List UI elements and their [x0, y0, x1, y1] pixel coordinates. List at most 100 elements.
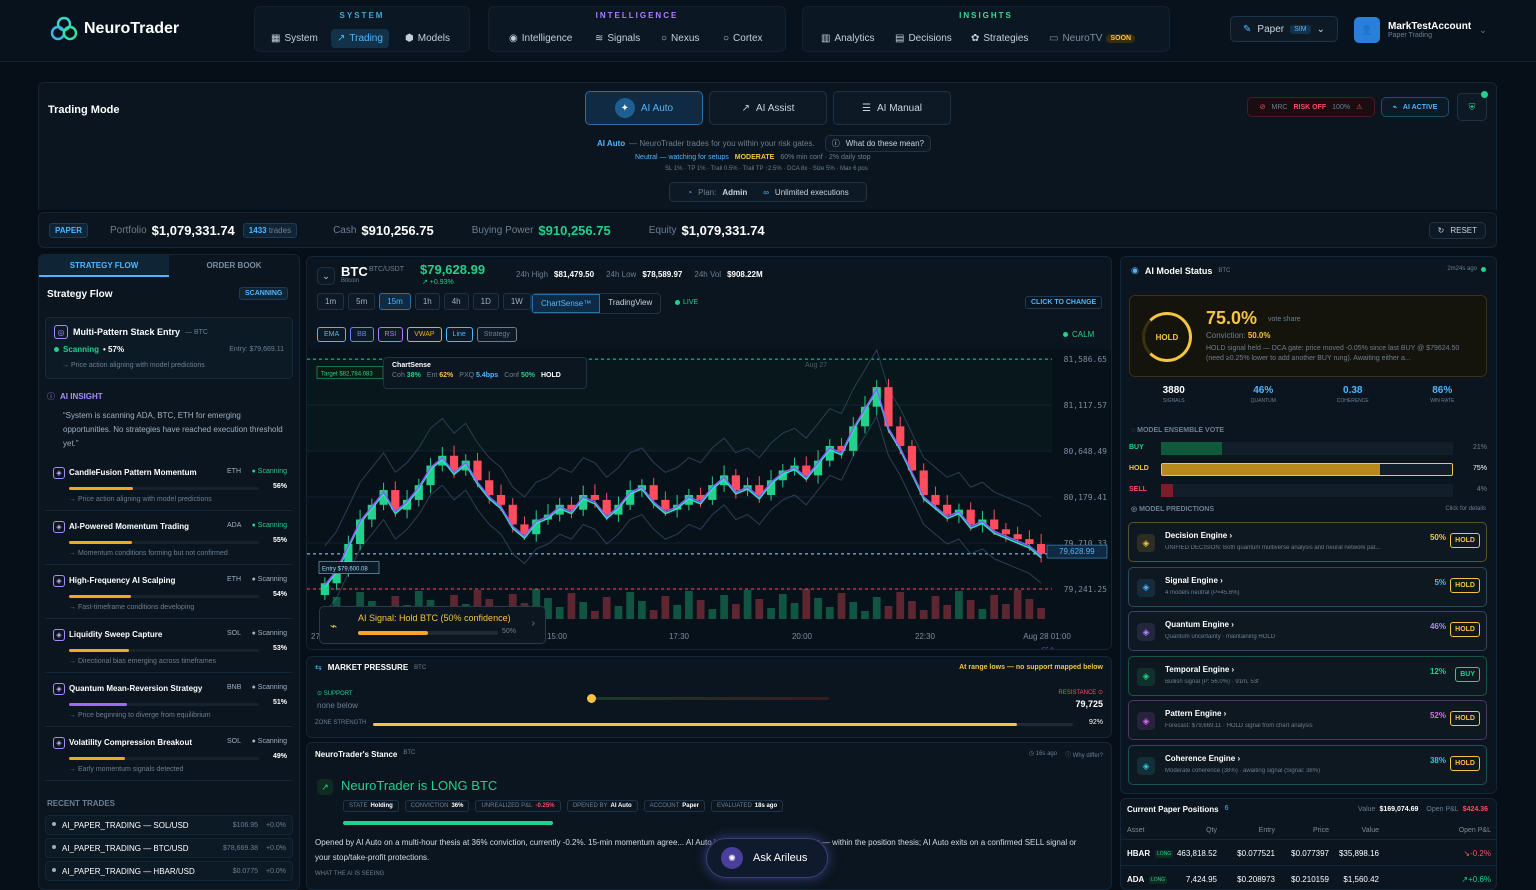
account-menu[interactable]: 👤 MarkTestAccount Paper Trading ⌄	[1354, 17, 1487, 43]
engine-card[interactable]: ◈ Coherence Engine › Moderate coherence (3…	[1128, 745, 1487, 785]
strategy-card[interactable]: ◈ High-Frequency AI Scalping ETH ● Scanning…	[45, 569, 293, 619]
engine-signal[interactable]: HOLD	[1450, 711, 1480, 727]
nav-neurotv[interactable]: ▭ NeuroTV SOON	[1049, 33, 1136, 44]
engine-signal[interactable]: HOLD	[1450, 756, 1480, 771]
chartsense-button[interactable]: ChartSense™	[532, 294, 601, 313]
strategy-card[interactable]: ◈ AI-Powered Momentum Trading ADA ● Scannin…	[45, 515, 293, 565]
strategy-card[interactable]: ◈ Volatility Compression Breakout SOL ● Sca…	[45, 731, 293, 781]
ai-auto-button[interactable]: ✦ AI Auto	[585, 91, 703, 125]
nav-cortex[interactable]: ○ Cortex	[723, 33, 763, 44]
timeframe-15m[interactable]: 15m	[379, 293, 411, 310]
timeframe-4h[interactable]: 4h	[443, 293, 469, 310]
engine-card[interactable]: ◈ Temporal Engine › Bullish signal (P: 56.…	[1128, 655, 1487, 696]
nav-models[interactable]: ⬢ Models	[405, 33, 450, 44]
strategy-card[interactable]: ◈ Quantum Mean-Reversion Strategy BNB ● Sca…	[45, 677, 293, 727]
risk-toggle[interactable]: ⊘ MRC RISK OFF 100% ⚠	[1247, 97, 1375, 117]
strategy-note: → Price beginning to diverge from equili…	[69, 712, 211, 719]
nav-nexus[interactable]: ○ Nexus	[661, 33, 699, 44]
reset-button[interactable]: ↻ RESET	[1428, 221, 1486, 239]
chip-value: -0.25%	[535, 803, 555, 809]
timeframe-1W[interactable]: 1W	[502, 293, 531, 310]
tv-icon: ▭	[1049, 33, 1059, 44]
ai-signal-card[interactable]: ⌁ AI Signal: Hold BTC (50% confidence) 5…	[319, 606, 546, 644]
candlestick-chart[interactable]: 81,586.6581,117.5780,648.4980,179.4179,7…	[307, 349, 1112, 650]
engine-pct: 5%	[1434, 577, 1446, 587]
collapse-button[interactable]: ⌄	[317, 267, 335, 285]
engine-card[interactable]: ◈ Pattern Engine › Forecast: $79,669.11 · …	[1128, 700, 1487, 741]
engine-signal[interactable]: HOLD	[1450, 533, 1480, 548]
nav-strategies[interactable]: ✿ Strategies	[971, 33, 1028, 44]
volume-bar	[767, 608, 775, 619]
infinity-icon: ∞	[763, 187, 769, 197]
vote-row: BUY 21%	[1129, 440, 1487, 456]
signal-icon: ≋	[595, 33, 604, 44]
position-row[interactable]: ADA LONG 7,424.95 $0.208973 $0.210159 $1,560.…	[1121, 865, 1496, 889]
what-do-these-mean-button[interactable]: ⓘ What do these mean?	[824, 135, 931, 152]
indicator-rsi[interactable]: RSI	[377, 327, 404, 342]
eye-icon: ◈	[1137, 712, 1155, 731]
indicator-line[interactable]: Line	[445, 327, 473, 342]
plan-info[interactable]: ◔ Plan: Admin ∞ Unlimited executions	[669, 182, 867, 202]
paper-mode-dropdown[interactable]: ✎ Paper SIM ⌄	[1230, 16, 1338, 42]
stance-chip: OPENED BY AI Auto	[566, 800, 638, 812]
tab-order-book[interactable]: ORDER BOOK	[169, 255, 299, 277]
pos-header: Entry	[1258, 827, 1275, 834]
nav-system[interactable]: ▦ System	[271, 33, 318, 44]
stance-chip: UNREALIZED P&L -0.25%	[475, 800, 561, 812]
engine-card[interactable]: ◈ Decision Engine › UNIFIED DECISION: Both…	[1128, 522, 1487, 562]
position-row[interactable]: HBAR LONG 463,818.52 $0.077521 $0.077397 $35,…	[1121, 839, 1496, 865]
engine-signal[interactable]: BUY	[1455, 666, 1480, 682]
chip-value: Holding	[370, 803, 393, 809]
portfolio-bar: PAPER Portfolio $1,079,331.74 1433 trade…	[38, 212, 1497, 248]
strategy-note: → Price action aligning with model predi…	[62, 362, 205, 369]
strategy-card[interactable]: ◈ Liquidity Sweep Capture SOL ● Scanning 53%…	[45, 623, 293, 673]
pencil-icon: ✎	[1243, 23, 1252, 35]
recent-trade-row[interactable]: AI_PAPER_TRADING — HBAR/USD $0.0775 +0.0%	[45, 861, 293, 881]
engine-signal[interactable]: HOLD	[1450, 577, 1480, 593]
recent-trade-row[interactable]: AI_PAPER_TRADING — SOL/USD $106.95 +0.0%	[45, 815, 293, 835]
insight-text: “System is scanning ADA, BTC, ETH for em…	[63, 411, 283, 448]
ai-assist-button[interactable]: ↗ AI Assist	[709, 91, 827, 125]
tradingview-button[interactable]: TradingView	[600, 294, 660, 313]
engine-pct: 12%	[1429, 666, 1446, 676]
brand-logo[interactable]: NeuroTrader	[50, 16, 179, 42]
pos-side: LONG	[1149, 876, 1168, 884]
consensus-card[interactable]: HOLD 75.0% vote share Conviction: 50.0% …	[1129, 295, 1487, 377]
engine-card[interactable]: ◈ Quantum Engine › Quantum uncertainty · m…	[1128, 611, 1487, 652]
buying-power-label: Buying Power	[471, 224, 534, 236]
indicator-strategy[interactable]: Strategy	[476, 327, 517, 342]
strategy-flow-panel: STRATEGY FLOW ORDER BOOK Strategy Flow S…	[38, 254, 300, 890]
why-differ-link[interactable]: ⓘ Why differ?	[1065, 750, 1103, 759]
vol-label: 24h Vol	[694, 270, 722, 279]
ai-active-badge[interactable]: ⌁ AI ACTIVE	[1381, 97, 1449, 117]
timeframe-1m[interactable]: 1m	[317, 293, 345, 310]
strategy-card[interactable]: ◈ CandleFusion Pattern Momentum ETH ● Scann…	[45, 461, 293, 511]
nav-signals[interactable]: ≋ Signals	[595, 33, 640, 44]
timeframe-1D[interactable]: 1D	[472, 293, 499, 310]
indicator-bb[interactable]: BB	[350, 327, 374, 342]
engine-signal[interactable]: HOLD	[1450, 622, 1480, 638]
timeframe-5m[interactable]: 5m	[348, 293, 376, 310]
ai-manual-button[interactable]: ☰ AI Manual	[833, 91, 951, 125]
grid-icon: ▦	[271, 33, 281, 44]
mode-description: AI Auto — NeuroTrader trades for you wit…	[597, 135, 931, 152]
top-strategy-card[interactable]: ◎ Multi-Pattern Stack Entry — BTC Scannin…	[45, 317, 293, 379]
click-to-change-button[interactable]: CLICK TO CHANGE	[1025, 296, 1103, 309]
ask-arileus-button[interactable]: ✺ Ask Arileus	[706, 838, 828, 878]
recent-trade-row[interactable]: AI_PAPER_TRADING — BTC/USD $78,669.38 +0.0…	[45, 838, 293, 858]
tab-strategy-flow[interactable]: STRATEGY FLOW	[39, 255, 169, 277]
nav-intelligence[interactable]: ◉ Intelligence	[509, 33, 572, 44]
nav-decisions[interactable]: ▤ Decisions	[895, 33, 952, 44]
timeframe-1h[interactable]: 1h	[414, 293, 440, 310]
support-value: none below	[317, 701, 358, 710]
engine-desc: Bullish signal (P: 56.0%) · 91m, 53f	[1165, 678, 1259, 685]
price-marker[interactable]	[587, 694, 596, 703]
ask-label: Ask Arileus	[753, 852, 808, 864]
high-value: $81,479.50	[554, 270, 595, 279]
nav-analytics[interactable]: ▥ Analytics	[821, 33, 874, 44]
nav-label: Analytics	[834, 33, 875, 44]
nav-trading[interactable]: ↗ Trading	[331, 29, 389, 48]
engine-card[interactable]: ◈ Signal Engine › 4 models neutral (P=45.6…	[1128, 566, 1487, 607]
indicator-ema[interactable]: EMA	[317, 327, 347, 342]
indicator-vwap[interactable]: VWAP	[407, 327, 442, 342]
